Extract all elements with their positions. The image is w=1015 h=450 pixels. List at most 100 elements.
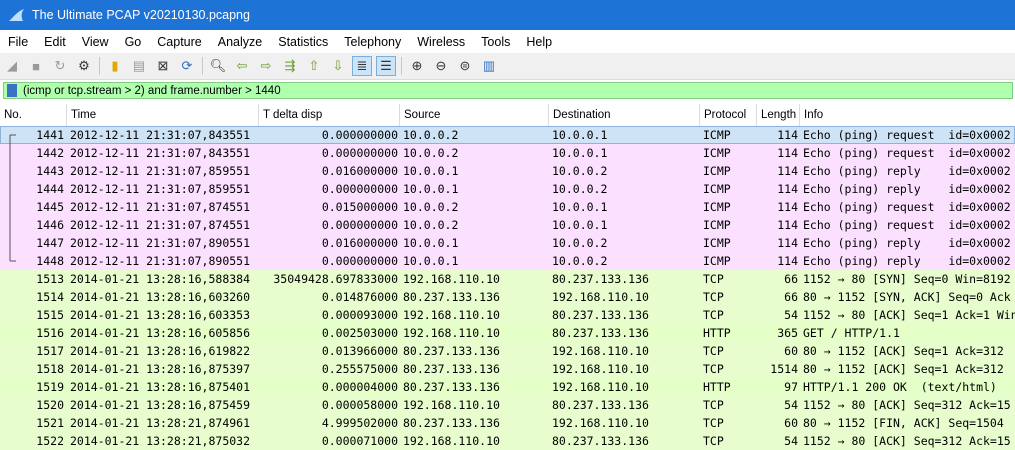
display-filter-input[interactable]: (icmp or tcp.stream > 2) and frame.numbe… bbox=[3, 82, 1013, 99]
menu-tools[interactable]: Tools bbox=[473, 35, 518, 49]
cell-info: Echo (ping) reply id=0x0002 bbox=[803, 254, 1011, 268]
open-file-icon[interactable]: ▮ bbox=[105, 56, 125, 76]
menu-help[interactable]: Help bbox=[518, 35, 560, 49]
cell-no: 1516 bbox=[36, 326, 64, 340]
packet-row[interactable]: 1445 2012-12-11 21:31:07,874551 0.01500000… bbox=[0, 198, 1015, 216]
cell-source: 10.0.0.1 bbox=[403, 236, 459, 250]
column-header-time[interactable]: Time bbox=[67, 104, 259, 126]
cell-no: 1522 bbox=[36, 434, 64, 448]
packet-list: 1441 2012-12-11 21:31:07,843551 0.00000000… bbox=[0, 126, 1015, 450]
cell-no: 1442 bbox=[36, 146, 64, 160]
cell-destination: 10.0.0.2 bbox=[552, 254, 608, 268]
cell-length: 114 bbox=[777, 218, 798, 232]
go-forward-icon[interactable]: ⇨ bbox=[256, 56, 276, 76]
column-header-info[interactable]: Info bbox=[800, 104, 1015, 126]
packet-row[interactable]: 1516 2014-01-21 13:28:16,605856 0.00250300… bbox=[0, 324, 1015, 342]
packet-row[interactable]: 1522 2014-01-21 13:28:21,875032 0.00007100… bbox=[0, 432, 1015, 450]
zoom-in-icon[interactable]: ⊕ bbox=[407, 56, 427, 76]
packet-row[interactable]: 1518 2014-01-21 13:28:16,875397 0.25557500… bbox=[0, 360, 1015, 378]
packet-row[interactable]: 1443 2012-12-11 21:31:07,859551 0.01600000… bbox=[0, 162, 1015, 180]
cell-protocol: ICMP bbox=[703, 218, 731, 232]
stop-capture-icon[interactable]: ■ bbox=[26, 56, 46, 76]
cell-protocol: TCP bbox=[703, 398, 724, 412]
toolbar-separator bbox=[401, 57, 402, 75]
menu-edit[interactable]: Edit bbox=[36, 35, 74, 49]
packet-row[interactable]: 1521 2014-01-21 13:28:21,874961 4.99950200… bbox=[0, 414, 1015, 432]
cell-info: 1152 → 80 [SYN] Seq=0 Win=8192 bbox=[803, 272, 1011, 286]
cell-no: 1443 bbox=[36, 164, 64, 178]
packet-row[interactable]: 1519 2014-01-21 13:28:16,875401 0.00000400… bbox=[0, 378, 1015, 396]
cell-length: 66 bbox=[784, 290, 798, 304]
cell-destination: 10.0.0.2 bbox=[552, 236, 608, 250]
cell-no: 1446 bbox=[36, 218, 64, 232]
cell-info: Echo (ping) request id=0x0002 bbox=[803, 146, 1011, 160]
column-header-source[interactable]: Source bbox=[400, 104, 549, 126]
cell-no: 1514 bbox=[36, 290, 64, 304]
cell-destination: 10.0.0.1 bbox=[552, 146, 608, 160]
cell-info: 80 → 1152 [FIN, ACK] Seq=1504 bbox=[803, 416, 1004, 430]
column-header-protocol[interactable]: Protocol bbox=[700, 104, 757, 126]
menu-wireless[interactable]: Wireless bbox=[409, 35, 473, 49]
restart-capture-icon[interactable]: ↻ bbox=[50, 56, 70, 76]
cell-source: 10.0.0.2 bbox=[403, 146, 459, 160]
cell-source: 192.168.110.10 bbox=[403, 326, 500, 340]
last-packet-icon[interactable]: ⇩ bbox=[328, 56, 348, 76]
packet-row[interactable]: 1448 2012-12-11 21:31:07,890551 0.00000000… bbox=[0, 252, 1015, 270]
column-header-destination[interactable]: Destination bbox=[549, 104, 700, 126]
packet-row[interactable]: 1520 2014-01-21 13:28:16,875459 0.00005800… bbox=[0, 396, 1015, 414]
menu-telephony[interactable]: Telephony bbox=[336, 35, 409, 49]
normal-size-icon[interactable]: ⊜ bbox=[455, 56, 475, 76]
menu-analyze[interactable]: Analyze bbox=[210, 35, 270, 49]
go-to-packet-icon[interactable]: ⇶ bbox=[280, 56, 300, 76]
cell-time: 2012-12-11 21:31:07,859551 bbox=[70, 182, 251, 196]
zoom-out-icon[interactable]: ⊖ bbox=[431, 56, 451, 76]
find-packet-icon[interactable]: 🔍︎ bbox=[208, 56, 228, 76]
start-capture-icon[interactable]: ◢ bbox=[2, 56, 22, 76]
colorize-icon[interactable]: ☰ bbox=[376, 56, 396, 76]
column-header-no[interactable]: No. bbox=[0, 104, 67, 126]
packet-row[interactable]: 1514 2014-01-21 13:28:16,603260 0.01487600… bbox=[0, 288, 1015, 306]
cell-destination: 192.168.110.10 bbox=[552, 290, 649, 304]
cell-destination: 10.0.0.2 bbox=[552, 164, 608, 178]
cell-protocol: TCP bbox=[703, 434, 724, 448]
packet-row[interactable]: 1444 2012-12-11 21:31:07,859551 0.00000000… bbox=[0, 180, 1015, 198]
cell-time: 2014-01-21 13:28:16,603353 bbox=[70, 308, 251, 322]
menu-view[interactable]: View bbox=[74, 35, 117, 49]
close-file-icon[interactable]: ⊠ bbox=[153, 56, 173, 76]
menu-capture[interactable]: Capture bbox=[149, 35, 209, 49]
column-header-length[interactable]: Length bbox=[757, 104, 800, 126]
reload-file-icon[interactable]: ⟳ bbox=[177, 56, 197, 76]
cell-no: 1521 bbox=[36, 416, 64, 430]
filter-bookmark-icon[interactable] bbox=[7, 84, 17, 97]
cell-delta: 0.000071000 bbox=[321, 434, 398, 448]
cell-no: 1520 bbox=[36, 398, 64, 412]
packet-row[interactable]: 1513 2014-01-21 13:28:16,588384 35049428.6… bbox=[0, 270, 1015, 288]
cell-destination: 10.0.0.1 bbox=[552, 128, 608, 142]
cell-destination: 192.168.110.10 bbox=[552, 344, 649, 358]
packet-row[interactable]: 1447 2012-12-11 21:31:07,890551 0.01600000… bbox=[0, 234, 1015, 252]
cell-protocol: TCP bbox=[703, 362, 724, 376]
first-packet-icon[interactable]: ⇧ bbox=[304, 56, 324, 76]
cell-info: Echo (ping) reply id=0x0002 bbox=[803, 182, 1011, 196]
packet-row[interactable]: 1441 2012-12-11 21:31:07,843551 0.00000000… bbox=[0, 126, 1015, 144]
cell-time: 2014-01-21 13:28:21,874961 bbox=[70, 416, 251, 430]
packet-row[interactable]: 1517 2014-01-21 13:28:16,619822 0.01396600… bbox=[0, 342, 1015, 360]
resize-columns-icon[interactable]: ▥ bbox=[479, 56, 499, 76]
cell-delta: 0.000000000 bbox=[321, 182, 398, 196]
packet-row[interactable]: 1442 2012-12-11 21:31:07,843551 0.00000000… bbox=[0, 144, 1015, 162]
cell-time: 2014-01-21 13:28:16,875397 bbox=[70, 362, 251, 376]
menu-file[interactable]: File bbox=[0, 35, 36, 49]
auto-scroll-icon[interactable]: ≣ bbox=[352, 56, 372, 76]
cell-destination: 80.237.133.136 bbox=[552, 434, 649, 448]
column-header-delta[interactable]: T delta disp bbox=[259, 104, 400, 126]
save-file-icon[interactable]: ▤ bbox=[129, 56, 149, 76]
cell-info: Echo (ping) request id=0x0002 bbox=[803, 200, 1011, 214]
menu-statistics[interactable]: Statistics bbox=[270, 35, 336, 49]
menu-go[interactable]: Go bbox=[117, 35, 150, 49]
packet-row[interactable]: 1515 2014-01-21 13:28:16,603353 0.00009300… bbox=[0, 306, 1015, 324]
go-back-icon[interactable]: ⇦ bbox=[232, 56, 252, 76]
packet-row[interactable]: 1446 2012-12-11 21:31:07,874551 0.00000000… bbox=[0, 216, 1015, 234]
cell-source: 80.237.133.136 bbox=[403, 380, 500, 394]
capture-options-icon[interactable]: ⚙ bbox=[74, 56, 94, 76]
cell-no: 1444 bbox=[36, 182, 64, 196]
